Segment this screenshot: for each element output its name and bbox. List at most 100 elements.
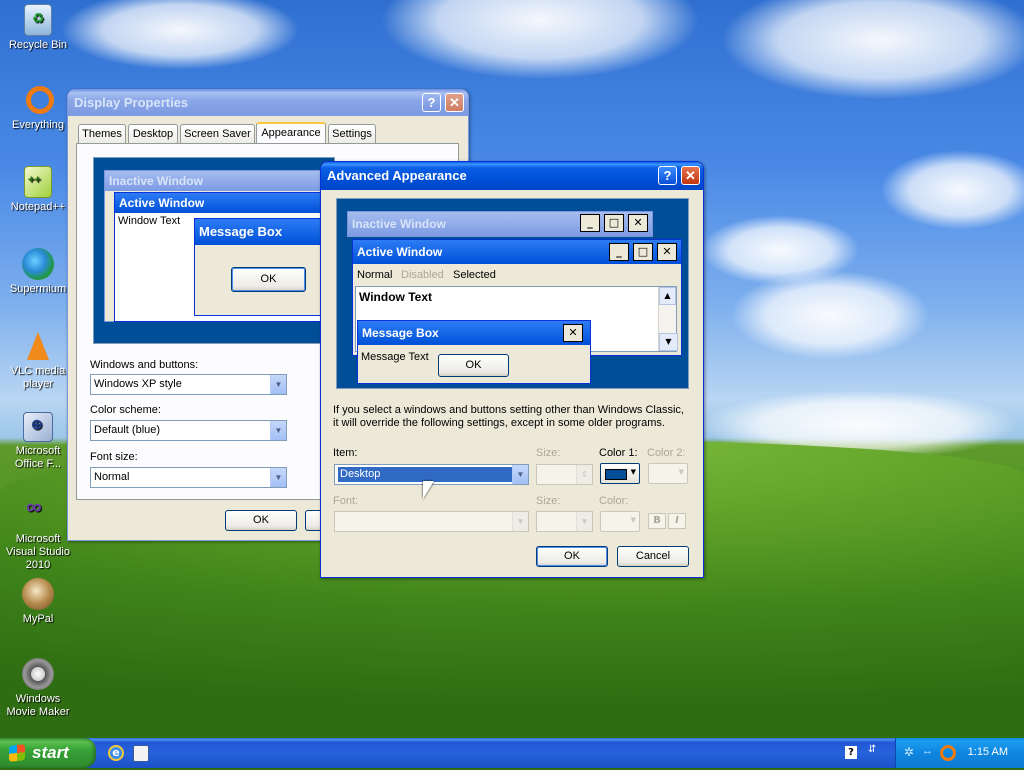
minimize-icon: _ bbox=[609, 243, 629, 261]
notepad-plus-plus-icon: ++ bbox=[24, 166, 52, 198]
network-tray-icon[interactable]: ⇵ bbox=[868, 744, 878, 760]
bold-toggle[interactable]: B bbox=[648, 513, 666, 529]
color-scheme-select[interactable]: Default (blue) ▼ bbox=[90, 420, 287, 441]
preview-inactive-window: Inactive Window _ □ ✕ bbox=[347, 211, 653, 237]
advanced-appearance-titlebar[interactable]: Advanced Appearance ? ✕ bbox=[321, 162, 703, 190]
preview-ok-button: OK bbox=[231, 267, 306, 292]
font-select[interactable]: ▼ bbox=[334, 511, 529, 532]
advanced-appearance-window: Advanced Appearance ? ✕ Inactive Window … bbox=[320, 161, 704, 578]
desktop-icon-label: MyPal bbox=[22, 613, 54, 625]
font-size-select[interactable]: ▼ bbox=[536, 511, 593, 532]
desktop-icon-mypal[interactable]: MyPal bbox=[0, 578, 76, 626]
desktop-icon-notepad-plus-plus[interactable]: ++ Notepad++ bbox=[0, 166, 76, 214]
preview-inactive-title: Inactive Window bbox=[109, 174, 203, 188]
advanced-cancel-button[interactable]: Cancel bbox=[617, 546, 689, 567]
bold-label: B bbox=[653, 515, 661, 526]
tab-label: Settings bbox=[332, 128, 372, 140]
tab-desktop[interactable]: Desktop bbox=[128, 124, 178, 143]
italic-toggle[interactable]: I bbox=[668, 513, 686, 529]
tab-appearance[interactable]: Appearance bbox=[256, 122, 326, 144]
preview-message-text: Message Text bbox=[361, 351, 429, 363]
desktop-icon-visual-studio[interactable]: ∞ Microsoft Visual Studio 2010 bbox=[0, 494, 76, 572]
desktop-icon-movie-maker[interactable]: Windows Movie Maker bbox=[0, 658, 76, 719]
preview-message-box-title: Message Box bbox=[362, 326, 439, 340]
windows-flag-icon bbox=[9, 744, 25, 762]
display-properties-titlebar[interactable]: Display Properties ? ✕ bbox=[68, 90, 468, 116]
font-size-label: Font size: bbox=[90, 451, 138, 463]
chevron-down-icon: ▼ bbox=[576, 512, 592, 531]
windows-buttons-select[interactable]: Windows XP style ▼ bbox=[90, 374, 287, 395]
chevron-down-icon: ▼ bbox=[270, 375, 286, 394]
scroll-down-icon: ▼ bbox=[659, 333, 678, 351]
desktop-icon-supermium[interactable]: Supermium bbox=[0, 248, 76, 296]
color1-swatch bbox=[605, 469, 627, 480]
close-button[interactable]: ✕ bbox=[681, 166, 700, 185]
size-label: Size: bbox=[536, 447, 561, 459]
quick-launch-explorer-icon[interactable] bbox=[133, 745, 149, 762]
help-tray-icon[interactable]: ? bbox=[845, 746, 857, 759]
desktop-icon-office-frontpage[interactable]: ⊕ Microsoft Office F... bbox=[0, 412, 76, 471]
display-properties-title: Display Properties bbox=[74, 95, 189, 110]
movie-maker-icon bbox=[22, 658, 54, 690]
vlc-cone-icon bbox=[22, 330, 54, 362]
scroll-up-icon: ▲ bbox=[659, 287, 676, 305]
tab-label: Themes bbox=[82, 128, 122, 140]
spinner-arrows-icon: ⇕ bbox=[576, 465, 592, 484]
font-size-select[interactable]: Normal ▼ bbox=[90, 467, 287, 488]
system-tray: ✲ ↔ 1:15 AM bbox=[895, 738, 1024, 768]
tray-arrow-icon[interactable]: ↔ bbox=[922, 745, 933, 757]
size-spinner[interactable]: ⇕ bbox=[536, 464, 593, 485]
ok-label: OK bbox=[564, 550, 580, 562]
minimize-icon: _ bbox=[580, 214, 600, 232]
help-button[interactable]: ? bbox=[658, 166, 677, 185]
font-size-value: Normal bbox=[94, 471, 130, 483]
mouse-cursor-icon bbox=[423, 481, 434, 499]
quick-launch-ie-icon[interactable]: e bbox=[108, 745, 124, 761]
desktop-icon-vlc[interactable]: VLC media player bbox=[0, 330, 76, 391]
tray-settings-icon[interactable]: ✲ bbox=[904, 745, 914, 759]
menu-disabled: Disabled bbox=[401, 269, 444, 281]
taskbar: start e ? ⇵ ✲ ↔ 1:15 AM bbox=[0, 738, 1024, 768]
chevron-down-icon: ▼ bbox=[678, 468, 684, 476]
cancel-label: Cancel bbox=[635, 550, 671, 562]
chevron-down-icon: ▼ bbox=[270, 421, 286, 440]
desktop-icon-label: Recycle Bin bbox=[8, 39, 68, 51]
preview-menu-bar: Normal Disabled Selected bbox=[353, 266, 679, 284]
desktop-icon-label: VLC media player bbox=[10, 365, 66, 390]
mypal-browser-icon bbox=[22, 578, 54, 610]
tab-screen-saver[interactable]: Screen Saver bbox=[180, 124, 255, 143]
maximize-icon: □ bbox=[633, 243, 653, 261]
display-ok-button[interactable]: OK bbox=[225, 510, 297, 531]
desktop-icon-label: Microsoft Office F... bbox=[14, 445, 62, 470]
tab-label: Desktop bbox=[132, 128, 174, 140]
chevron-down-icon: ▼ bbox=[630, 468, 636, 476]
close-button[interactable]: ✕ bbox=[445, 93, 464, 112]
chevron-down-icon: ▼ bbox=[512, 465, 528, 484]
italic-label: I bbox=[675, 515, 679, 526]
tab-label: Appearance bbox=[261, 127, 321, 139]
help-button[interactable]: ? bbox=[422, 93, 441, 112]
chevron-down-icon: ▼ bbox=[270, 468, 286, 487]
color-scheme-value: Default (blue) bbox=[94, 424, 161, 436]
font-label: Font: bbox=[333, 495, 359, 507]
preview-ok-label: OK bbox=[260, 273, 277, 285]
tab-themes[interactable]: Themes bbox=[78, 124, 126, 143]
tray-search-icon[interactable] bbox=[940, 745, 956, 761]
color-scheme-label: Color scheme: bbox=[90, 404, 161, 416]
close-icon: ✕ bbox=[628, 214, 648, 232]
preview-window-text: Window Text bbox=[359, 290, 432, 304]
desktop-icon-everything[interactable]: Everything bbox=[0, 84, 76, 132]
color2-picker-button[interactable]: ▼ bbox=[648, 463, 688, 484]
visual-studio-icon: ∞ bbox=[26, 494, 42, 519]
windows-buttons-value: Windows XP style bbox=[94, 378, 182, 390]
desktop-icon-recycle-bin[interactable]: ♻ Recycle Bin bbox=[0, 4, 76, 52]
preview-active-title: Active Window bbox=[119, 196, 205, 210]
font-color-picker-button[interactable]: ▼ bbox=[600, 511, 640, 532]
color1-picker-button[interactable]: ▼ bbox=[600, 463, 640, 484]
advanced-ok-button[interactable]: OK bbox=[536, 546, 608, 567]
preview-message-box-title: Message Box bbox=[199, 224, 283, 239]
tab-settings[interactable]: Settings bbox=[328, 124, 376, 143]
appearance-preview: Inactive Window Active Window Window Tex… bbox=[93, 157, 336, 344]
start-button[interactable]: start bbox=[0, 738, 96, 768]
menu-selected: Selected bbox=[453, 269, 496, 281]
